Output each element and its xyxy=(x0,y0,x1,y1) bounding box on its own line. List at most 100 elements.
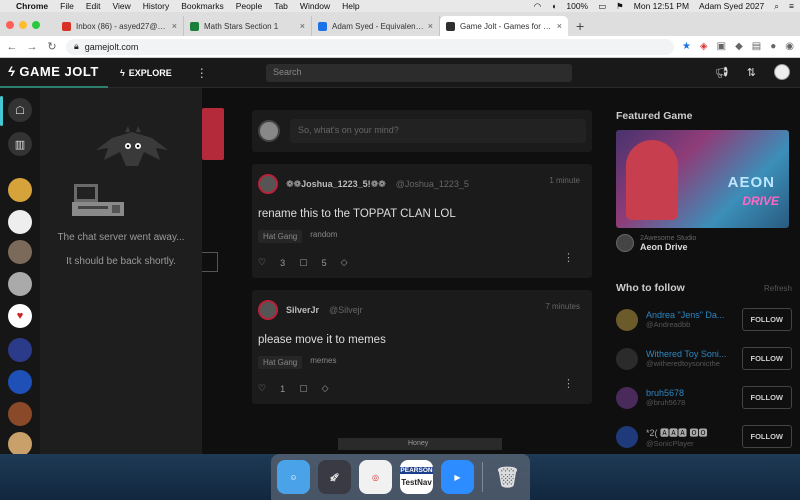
close-tab-icon[interactable]: × xyxy=(300,21,305,31)
avatar[interactable] xyxy=(616,386,638,409)
user-handle[interactable]: @witheredtoysonicthe xyxy=(646,359,736,368)
channel-tag[interactable]: memes xyxy=(310,356,336,369)
trash-icon[interactable]: 🗑︎ xyxy=(491,460,524,494)
zoom-icon[interactable]: ▶ xyxy=(441,460,474,494)
zoom-window-button[interactable] xyxy=(32,21,40,29)
avatar[interactable] xyxy=(8,370,32,394)
composer-input[interactable]: So, what's on your mind? xyxy=(290,119,586,143)
extension-icon[interactable]: ▣ xyxy=(717,41,726,52)
search-input[interactable]: Search xyxy=(266,64,572,82)
sticker-icon[interactable]: ◇ xyxy=(322,383,329,394)
spotlight-icon[interactable]: ⌕ xyxy=(774,1,779,12)
like-icon[interactable]: ♡ xyxy=(258,257,266,268)
menu-help[interactable]: Help xyxy=(342,1,359,11)
back-icon[interactable]: ← xyxy=(6,41,18,53)
launchpad-icon[interactable]: 🚀︎ xyxy=(318,460,351,494)
new-tab-button[interactable]: + xyxy=(568,16,592,36)
follow-button[interactable]: FOLLOW xyxy=(741,386,792,409)
avatar[interactable] xyxy=(8,210,32,234)
avatar[interactable] xyxy=(616,425,638,448)
user-name[interactable]: Adam Syed 2027 xyxy=(699,1,764,11)
comment-icon[interactable]: ▢ xyxy=(299,257,308,268)
activity-icon[interactable]: ⇅ xyxy=(747,66,756,79)
post-handle[interactable]: @Silvejr xyxy=(329,305,363,315)
avatar[interactable] xyxy=(8,432,32,456)
user-handle[interactable]: @SonicPlayer xyxy=(646,439,736,448)
tab-math-stars[interactable]: Math Stars Section 1 × xyxy=(184,16,312,36)
menu-view[interactable]: View xyxy=(112,1,130,11)
avatar[interactable] xyxy=(258,120,280,142)
avatar[interactable] xyxy=(258,174,278,194)
avatar[interactable] xyxy=(8,338,32,362)
battery-percent[interactable]: 100% xyxy=(566,1,588,11)
menu-app-name[interactable]: Chrome xyxy=(16,1,48,11)
wifi-icon[interactable]: ◠ xyxy=(534,1,541,12)
clock[interactable]: Mon 12:51 PM xyxy=(634,1,689,11)
post-author[interactable]: ❁❁Joshua_1223_5!❁❁ xyxy=(286,179,386,190)
user-name[interactable]: Andrea "Jens" Da... xyxy=(646,310,736,320)
more-menu-icon[interactable]: ⋮ xyxy=(196,66,208,80)
tab-inbox[interactable]: Inbox (86) - asyed27@concord × xyxy=(56,16,184,36)
community-tag[interactable]: Hat Gang xyxy=(258,230,303,243)
follow-button[interactable]: FOLLOW xyxy=(741,347,792,370)
extension-icon[interactable]: ● xyxy=(770,41,776,52)
follow-button[interactable]: FOLLOW xyxy=(741,308,792,331)
close-tab-icon[interactable]: × xyxy=(428,21,433,31)
flag-icon[interactable]: ⚑ xyxy=(616,1,624,12)
user-name[interactable]: bruh5678 xyxy=(646,388,736,398)
library-icon[interactable]: ▥ xyxy=(8,132,32,156)
avatar[interactable] xyxy=(8,402,32,426)
extension-icon[interactable]: ◆ xyxy=(735,41,743,52)
avatar[interactable] xyxy=(258,300,278,320)
close-tab-icon[interactable]: × xyxy=(557,21,562,31)
chat-icon[interactable]: ☖ xyxy=(8,98,32,122)
menu-edit[interactable]: Edit xyxy=(86,1,101,11)
heart-avatar-icon[interactable]: ♥ xyxy=(8,304,32,328)
post-handle[interactable]: @Joshua_1223_5 xyxy=(396,179,469,189)
user-name[interactable]: *2( 🅰🅰🅰 🅾🅾 xyxy=(646,426,736,439)
avatar[interactable] xyxy=(8,272,32,296)
user-avatar[interactable] xyxy=(774,64,790,80)
like-icon[interactable]: ♡ xyxy=(258,383,266,394)
forward-icon[interactable]: → xyxy=(26,41,38,53)
refresh-button[interactable]: Refresh xyxy=(764,284,792,293)
menu-tab[interactable]: Tab xyxy=(274,1,288,11)
address-bar[interactable]: 🔒︎ gamejolt.com xyxy=(66,38,674,55)
user-name[interactable]: Withered Toy Soni... xyxy=(646,349,736,359)
avatar[interactable] xyxy=(616,308,638,331)
game-title[interactable]: Aeon Drive xyxy=(640,242,696,252)
announcement-icon[interactable]: 📢︎ xyxy=(715,66,729,79)
post-author[interactable]: SilverJr xyxy=(286,305,319,315)
feed-post[interactable]: ❁❁Joshua_1223_5!❁❁ @Joshua_1223_5 1 minu… xyxy=(252,164,592,278)
channel-tag[interactable]: random xyxy=(310,230,337,243)
close-window-button[interactable] xyxy=(6,21,14,29)
testnav-icon[interactable]: PEARSON TestNav xyxy=(400,460,433,494)
avatar[interactable] xyxy=(616,347,638,370)
finder-icon[interactable]: ☺ xyxy=(277,460,310,494)
tab-game-jolt[interactable]: Game Jolt - Games for the lov × xyxy=(440,16,568,36)
menu-history[interactable]: History xyxy=(143,1,169,11)
lock-icon[interactable]: 🔒︎ xyxy=(74,41,79,52)
battery-icon[interactable]: ▭ xyxy=(598,1,606,12)
community-tag[interactable]: Hat Gang xyxy=(258,356,303,369)
comment-icon[interactable]: ▢ xyxy=(299,383,308,394)
menu-list-icon[interactable]: ≡ xyxy=(789,1,794,11)
featured-game-image[interactable]: AEON DRIVE xyxy=(616,130,789,228)
featured-game-info[interactable]: 2Awesome Studio Aeon Drive xyxy=(616,234,792,252)
explore-button[interactable]: ϟ EXPLORE xyxy=(120,68,172,78)
bookmark-star-icon[interactable]: ★ xyxy=(682,41,691,52)
sticker-icon[interactable]: ◇ xyxy=(341,257,348,268)
reload-icon[interactable]: ↻ xyxy=(46,40,58,53)
menu-people[interactable]: People xyxy=(236,1,262,11)
profile-avatar-icon[interactable]: ◉ xyxy=(785,41,794,52)
chrome-icon[interactable]: ◎ xyxy=(359,460,392,494)
follow-button[interactable]: FOLLOW xyxy=(741,425,792,448)
menu-bookmarks[interactable]: Bookmarks xyxy=(181,1,224,11)
user-handle[interactable]: @bruh5678 xyxy=(646,398,736,407)
extension-icon[interactable]: ▤ xyxy=(752,41,761,52)
studio-name[interactable]: 2Awesome Studio xyxy=(640,235,696,242)
minimize-window-button[interactable] xyxy=(19,21,27,29)
volume-icon[interactable]: ◖ xyxy=(551,1,556,11)
gamejolt-logo[interactable]: ϟ GAME JOLT xyxy=(0,58,108,88)
avatar[interactable] xyxy=(8,178,32,202)
